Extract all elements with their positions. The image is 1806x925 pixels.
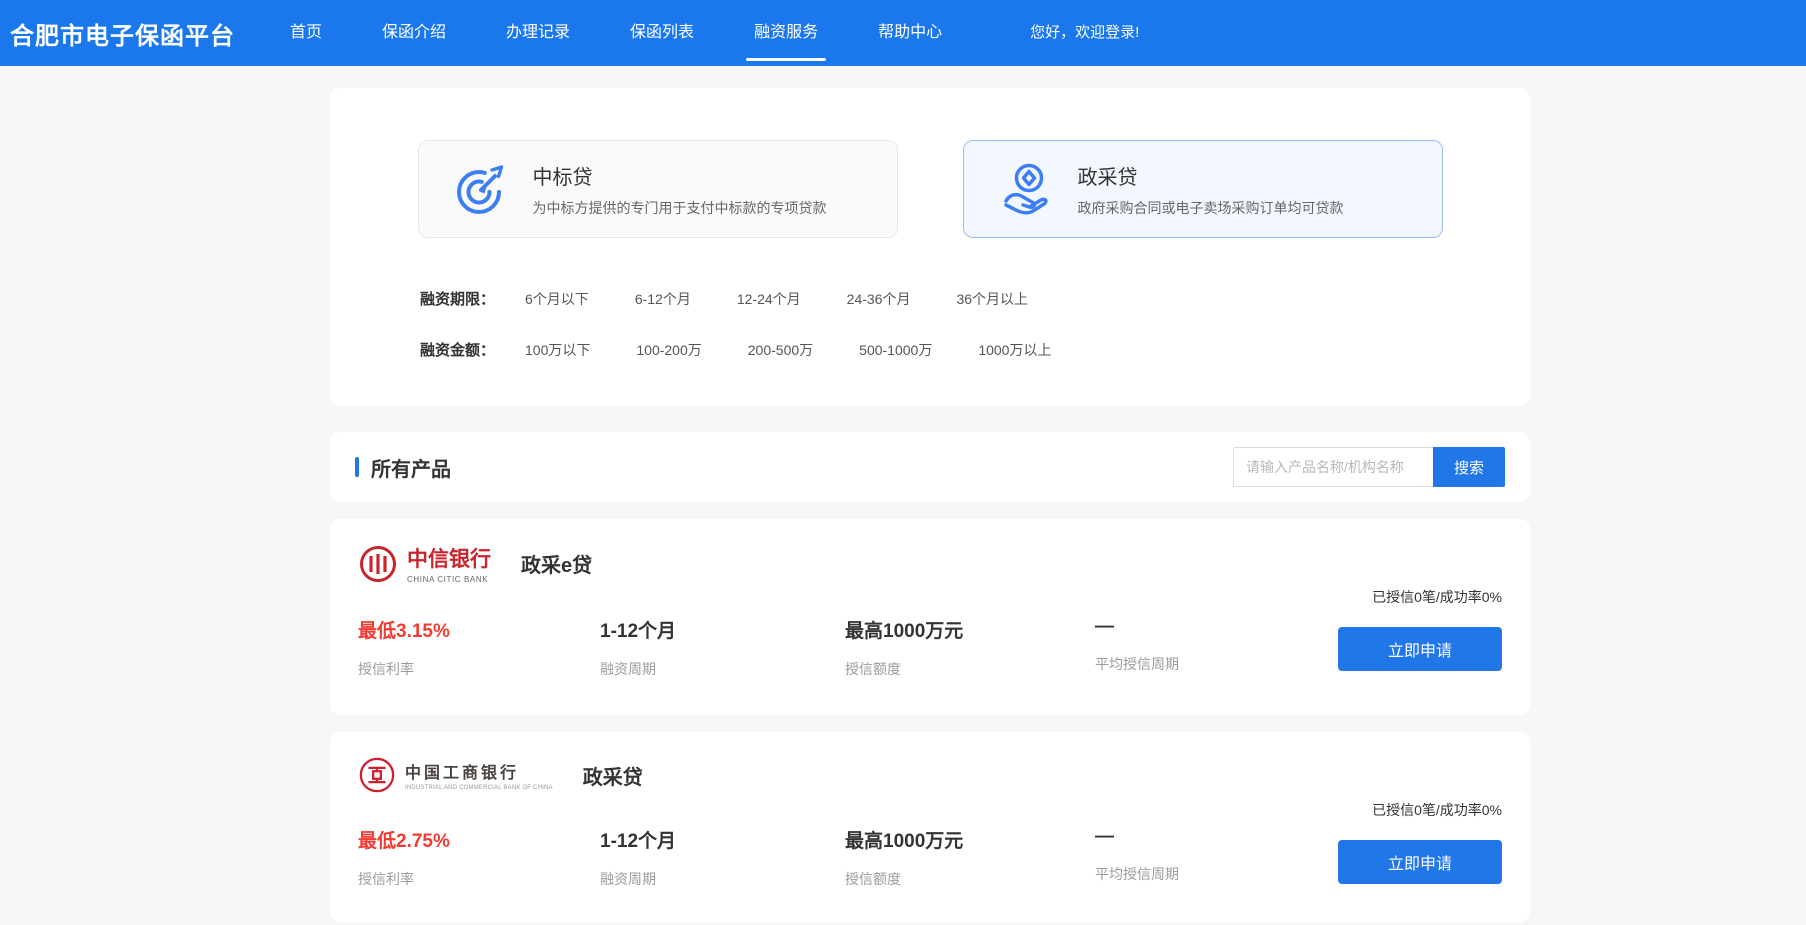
stat-limit-value: 最高1000万元: [845, 616, 1095, 643]
filter-option-amount-5[interactable]: 1000万以上: [978, 340, 1051, 360]
welcome-login-link[interactable]: 您好，欢迎登录!: [1030, 0, 1139, 66]
product-right-block: 已授信0笔/成功率0% 立即申请: [1338, 587, 1502, 671]
stat-rate-label: 授信利率: [358, 869, 600, 889]
stat-cycle-label: 平均授信周期: [1095, 864, 1295, 884]
hand-coin-icon: [998, 160, 1056, 218]
nav-item-financing-services[interactable]: 融资服务: [754, 0, 818, 66]
search-input[interactable]: [1233, 447, 1433, 487]
loan-type-title: 中标贷: [533, 161, 827, 190]
stat-limit-value: 最高1000万元: [845, 826, 1095, 853]
bank-name-cn: 中信银行: [407, 543, 491, 573]
search-button[interactable]: 搜索: [1433, 447, 1505, 487]
bank-name-block: 中信银行 CHINA CITIC BANK: [407, 543, 491, 584]
nav-menu: 首页 保函介绍 办理记录 保函列表 融资服务 帮助中心: [290, 0, 1002, 66]
stat-rate-label: 授信利率: [358, 659, 600, 679]
filter-label-term: 融资期限：: [420, 288, 495, 309]
bank-name-en: INDUSTRIAL AND COMMERCIAL BANK OF CHINA: [405, 785, 553, 791]
loan-type-cards: 中标贷 为中标方提供的专门用于支付中标款的专项贷款 政采贷 政府采购合同或电子卖…: [330, 140, 1530, 238]
product-stats: 最低3.15% 授信利率 1-12个月 融资周期 最高1000万元 授信额度 —…: [358, 616, 1502, 679]
stat-cycle-label: 平均授信周期: [1095, 654, 1295, 674]
target-dart-icon: [453, 160, 511, 218]
filter-row-amount: 融资金额： 100万以下 100-200万 200-500万 500-1000万…: [420, 339, 1530, 360]
product-right-block: 已授信0笔/成功率0% 立即申请: [1338, 800, 1502, 884]
stat-cycle-value: —: [1095, 616, 1295, 638]
search-group: 搜索: [1233, 447, 1505, 487]
stat-term-value: 1-12个月: [600, 616, 845, 643]
filter-option-amount-4[interactable]: 500-1000万: [859, 340, 932, 360]
filter-option-term-3[interactable]: 12-24个月: [737, 289, 801, 309]
stat-limit: 最高1000万元 授信额度: [845, 616, 1095, 679]
main-container: 中标贷 为中标方提供的专门用于支付中标款的专项贷款 政采贷 政府采购合同或电子卖…: [330, 88, 1530, 925]
stat-term: 1-12个月 融资周期: [600, 616, 845, 679]
filter-row-term: 融资期限： 6个月以下 6-12个月 12-24个月 24-36个月 36个月以…: [420, 288, 1530, 309]
citic-bank-logo: 中信银行 CHINA CITIC BANK: [358, 543, 491, 584]
nav-item-home[interactable]: 首页: [290, 0, 322, 66]
filter-option-term-2[interactable]: 6-12个月: [635, 289, 691, 309]
filter-option-amount-3[interactable]: 200-500万: [748, 340, 813, 360]
loan-type-desc: 为中标方提供的专门用于支付中标款的专项贷款: [533, 198, 827, 218]
stat-cycle: — 平均授信周期: [1095, 826, 1295, 889]
stat-term-value: 1-12个月: [600, 826, 845, 853]
product-name: 政采贷: [583, 761, 643, 790]
section-title: 所有产品: [371, 453, 451, 482]
product-header: 中信银行 CHINA CITIC BANK 政采e贷: [358, 543, 1502, 584]
stat-cycle: — 平均授信周期: [1095, 616, 1295, 679]
product-stats: 最低2.75% 授信利率 1-12个月 融资周期 最高1000万元 授信额度 —…: [358, 826, 1502, 889]
credit-info: 已授信0笔/成功率0%: [1338, 587, 1502, 607]
bank-name-cn: 中国工商银行: [405, 759, 553, 783]
platform-logo: 合肥市电子保函平台: [10, 16, 235, 51]
stat-limit-label: 授信额度: [845, 659, 1095, 679]
nav-item-help-center[interactable]: 帮助中心: [878, 0, 942, 66]
loan-type-card-zhengcaidai[interactable]: 政采贷 政府采购合同或电子卖场采购订单均可贷款: [963, 140, 1443, 238]
filter-option-amount-1[interactable]: 100万以下: [525, 340, 590, 360]
loan-filter-panel: 中标贷 为中标方提供的专门用于支付中标款的专项贷款 政采贷 政府采购合同或电子卖…: [330, 88, 1530, 406]
product-card-citic: 中信银行 CHINA CITIC BANK 政采e贷 最低3.15% 授信利率 …: [330, 519, 1530, 715]
filters: 融资期限： 6个月以下 6-12个月 12-24个月 24-36个月 36个月以…: [330, 288, 1530, 360]
citic-bank-emblem-icon: [358, 544, 398, 584]
stat-rate-value: 最低3.15%: [358, 616, 600, 643]
nav-item-guarantee-intro[interactable]: 保函介绍: [382, 0, 446, 66]
stat-rate: 最低2.75% 授信利率: [358, 826, 600, 889]
product-card-icbc: 中国工商银行 INDUSTRIAL AND COMMERCIAL BANK OF…: [330, 732, 1530, 922]
stat-rate: 最低3.15% 授信利率: [358, 616, 600, 679]
stat-rate-value: 最低2.75%: [358, 826, 600, 853]
stat-term-label: 融资周期: [600, 869, 845, 889]
stat-limit-label: 授信额度: [845, 869, 1095, 889]
filter-option-term-4[interactable]: 24-36个月: [847, 289, 911, 309]
product-header: 中国工商银行 INDUSTRIAL AND COMMERCIAL BANK OF…: [358, 756, 1502, 794]
icbc-bank-emblem-icon: [358, 756, 396, 794]
icbc-bank-logo: 中国工商银行 INDUSTRIAL AND COMMERCIAL BANK OF…: [358, 756, 553, 794]
filter-option-term-5[interactable]: 36个月以上: [956, 289, 1028, 309]
stat-term-label: 融资周期: [600, 659, 845, 679]
section-title-group: 所有产品: [355, 453, 451, 482]
bank-name-block: 中国工商银行 INDUSTRIAL AND COMMERCIAL BANK OF…: [405, 759, 553, 791]
filter-option-amount-2[interactable]: 100-200万: [636, 340, 701, 360]
loan-type-desc: 政府采购合同或电子卖场采购订单均可贷款: [1078, 198, 1344, 218]
bank-name-en: CHINA CITIC BANK: [407, 575, 491, 584]
loan-type-title: 政采贷: [1078, 161, 1344, 190]
stat-cycle-value: —: [1095, 826, 1295, 848]
products-section-header: 所有产品 搜索: [330, 432, 1530, 502]
product-name: 政采e贷: [521, 549, 592, 578]
apply-now-button[interactable]: 立即申请: [1338, 840, 1502, 884]
nav-item-guarantee-list[interactable]: 保函列表: [630, 0, 694, 66]
apply-now-button[interactable]: 立即申请: [1338, 627, 1502, 671]
credit-info: 已授信0笔/成功率0%: [1338, 800, 1502, 820]
filter-label-amount: 融资金额：: [420, 339, 495, 360]
title-accent-bar: [355, 457, 359, 477]
filter-option-term-1[interactable]: 6个月以下: [525, 289, 589, 309]
nav-item-records[interactable]: 办理记录: [506, 0, 570, 66]
loan-type-info: 政采贷 政府采购合同或电子卖场采购订单均可贷款: [1078, 161, 1344, 218]
loan-type-card-zhongbiaodai[interactable]: 中标贷 为中标方提供的专门用于支付中标款的专项贷款: [418, 140, 898, 238]
top-navbar: 合肥市电子保函平台 首页 保函介绍 办理记录 保函列表 融资服务 帮助中心 您好…: [0, 0, 1806, 66]
stat-term: 1-12个月 融资周期: [600, 826, 845, 889]
stat-limit: 最高1000万元 授信额度: [845, 826, 1095, 889]
loan-type-info: 中标贷 为中标方提供的专门用于支付中标款的专项贷款: [533, 161, 827, 218]
